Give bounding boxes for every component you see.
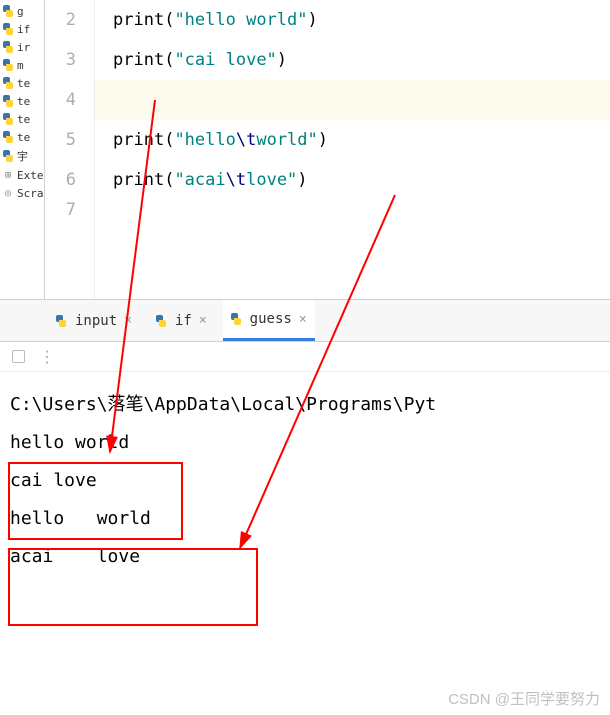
paren: ) xyxy=(318,130,328,150)
output-path: C:\Users\落笔\AppData\Local\Programs\Pyt xyxy=(10,386,600,424)
tok-esc: \t xyxy=(236,130,256,150)
tree-item[interactable]: te xyxy=(0,92,44,110)
tree-label: te xyxy=(17,77,30,90)
tree-label: te xyxy=(17,95,30,108)
paren: ( xyxy=(164,50,174,70)
output-line: hello world xyxy=(10,500,600,538)
line-number: 5 xyxy=(45,120,76,160)
output-panel[interactable]: C:\Users\落笔\AppData\Local\Programs\Pyt h… xyxy=(0,372,610,715)
close-icon[interactable]: × xyxy=(297,312,309,327)
python-icon xyxy=(1,4,15,18)
tok-esc: \t xyxy=(226,170,246,190)
tree-label: Exte xyxy=(17,169,44,182)
output-line: hello world xyxy=(10,424,600,462)
tok-str: "hello world" xyxy=(174,10,307,30)
tree-item[interactable]: te xyxy=(0,128,44,146)
gutter: 2 3 4 5 6 7 xyxy=(45,0,95,299)
code-editor[interactable]: 2 3 4 5 6 7 print("hello world") print("… xyxy=(45,0,610,299)
tree-label: if xyxy=(17,23,30,36)
tok-str: "cai love" xyxy=(174,50,276,70)
tree-item-ext[interactable]: ⊞Exte xyxy=(0,166,44,184)
tok-str: "hello xyxy=(174,130,235,150)
code-line[interactable]: print("acai\tlove") xyxy=(95,160,610,200)
line-number: 7 xyxy=(45,200,76,220)
python-icon xyxy=(1,94,15,108)
tab-label: if xyxy=(175,313,192,329)
output-line: cai love xyxy=(10,462,600,500)
paren: ) xyxy=(277,50,287,70)
tree-item[interactable]: te xyxy=(0,74,44,92)
tree-item-scratch[interactable]: ◎Scra xyxy=(0,184,44,202)
paren: ( xyxy=(164,170,174,190)
tok-str: world" xyxy=(256,130,317,150)
tab-guess[interactable]: guess × xyxy=(223,300,315,341)
tree-label: ir xyxy=(17,41,30,54)
python-icon xyxy=(1,22,15,36)
stop-icon[interactable] xyxy=(12,350,25,363)
python-icon xyxy=(54,314,68,328)
line-number: 4 xyxy=(45,80,76,120)
tree-item[interactable]: g xyxy=(0,2,44,20)
python-icon xyxy=(1,40,15,54)
tab-input[interactable]: input × xyxy=(48,300,140,341)
lib-icon: ⊞ xyxy=(1,168,15,182)
tok-str: love" xyxy=(246,170,297,190)
paren: ( xyxy=(164,130,174,150)
code-line[interactable]: print("hello world") xyxy=(95,0,610,40)
tree-label: 宇 xyxy=(17,148,28,164)
tree-item[interactable]: m xyxy=(0,56,44,74)
python-icon xyxy=(1,112,15,126)
line-number: 2 xyxy=(45,0,76,40)
python-icon xyxy=(1,149,15,163)
editor-area: g if ir m te te te te 宇 ⊞Exte ◎Scra 2 3 … xyxy=(0,0,610,300)
output-toolbar: ⋮ xyxy=(0,342,610,372)
code-body[interactable]: print("hello world") print("cai love") p… xyxy=(95,0,610,299)
tree-label: te xyxy=(17,131,30,144)
paren: ) xyxy=(308,10,318,30)
tab-label: input xyxy=(75,313,117,329)
python-icon xyxy=(229,312,243,326)
python-icon xyxy=(1,58,15,72)
tab-label: guess xyxy=(250,311,292,327)
watermark: CSDN @王同学要努力 xyxy=(448,688,600,709)
tok-fn: print xyxy=(113,10,164,30)
line-number: 3 xyxy=(45,40,76,80)
more-icon[interactable]: ⋮ xyxy=(39,347,55,366)
tree-label: m xyxy=(17,59,24,72)
output-line: acai love xyxy=(10,538,600,576)
tree-item[interactable]: ir xyxy=(0,38,44,56)
scratch-icon: ◎ xyxy=(1,186,15,200)
close-icon[interactable]: × xyxy=(122,313,134,328)
tree-label: te xyxy=(17,113,30,126)
line-number: 6 xyxy=(45,160,76,200)
tok-str: "acai xyxy=(174,170,225,190)
python-icon xyxy=(154,314,168,328)
tok-fn: print xyxy=(113,50,164,70)
tok-fn: print xyxy=(113,170,164,190)
tree-item[interactable]: 宇 xyxy=(0,146,44,166)
tok-fn: print xyxy=(113,130,164,150)
code-line[interactable]: print("cai love") xyxy=(95,40,610,80)
paren: ( xyxy=(164,10,174,30)
paren: ) xyxy=(297,170,307,190)
code-line[interactable]: print("hello\tworld") xyxy=(95,120,610,160)
tree-item[interactable]: te xyxy=(0,110,44,128)
tree-label: Scra xyxy=(17,187,44,200)
tree-item[interactable]: if xyxy=(0,20,44,38)
python-icon xyxy=(1,76,15,90)
run-tabs: input × if × guess × xyxy=(0,300,610,342)
code-line-current[interactable] xyxy=(95,80,610,120)
python-icon xyxy=(1,130,15,144)
close-icon[interactable]: × xyxy=(197,313,209,328)
tab-if[interactable]: if × xyxy=(148,300,215,341)
project-tree[interactable]: g if ir m te te te te 宇 ⊞Exte ◎Scra xyxy=(0,0,45,299)
tree-label: g xyxy=(17,5,24,18)
